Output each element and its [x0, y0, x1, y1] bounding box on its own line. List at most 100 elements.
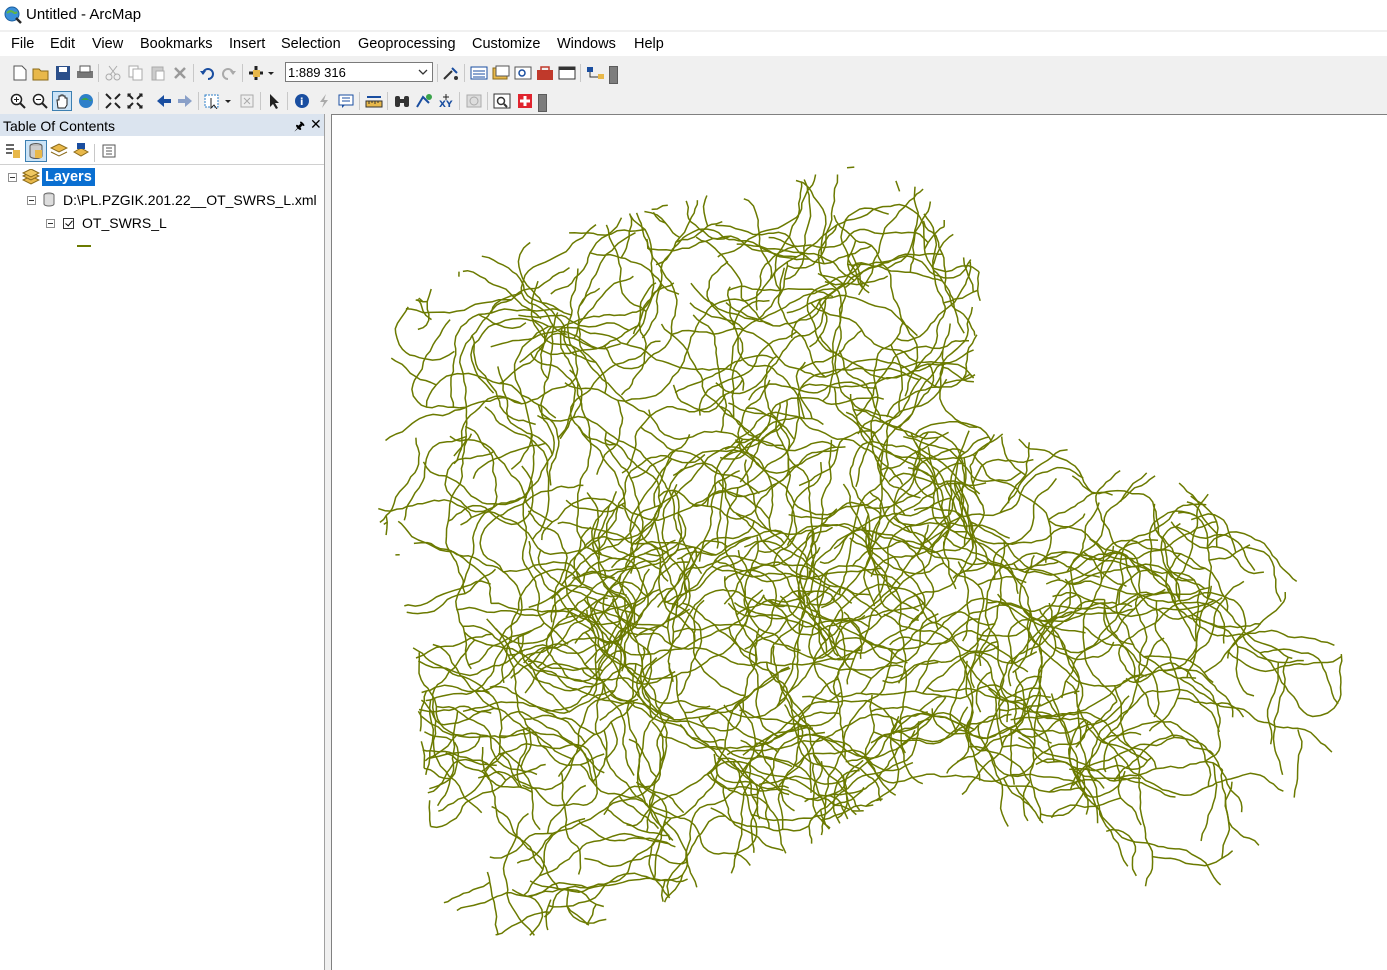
expander-layer[interactable]	[46, 219, 55, 228]
svg-text:XY: XY	[439, 100, 453, 109]
full-extent-icon[interactable]	[77, 92, 95, 110]
paste-icon[interactable]	[149, 64, 167, 82]
river-line	[403, 435, 467, 521]
swipe-icon[interactable]	[516, 92, 534, 110]
select-features-icon[interactable]	[204, 92, 232, 110]
chevron-down-icon[interactable]	[416, 64, 430, 80]
menu-customize[interactable]: Customize	[472, 36, 541, 52]
redo-icon[interactable]	[220, 64, 238, 82]
menu-bookmarks[interactable]: Bookmarks	[140, 36, 213, 52]
select-elements-icon[interactable]	[266, 92, 284, 110]
catalog-icon[interactable]	[492, 64, 510, 82]
toolbar-options-grip[interactable]	[538, 94, 547, 112]
go-to-xy-icon[interactable]: XY	[437, 92, 455, 110]
river-line	[1259, 648, 1339, 705]
river-line	[546, 784, 587, 834]
clear-selection-icon[interactable]	[238, 92, 256, 110]
river-line	[816, 564, 901, 661]
zoom-out-icon[interactable]	[31, 92, 49, 110]
search-icon[interactable]	[514, 64, 532, 82]
menu-edit[interactable]: Edit	[50, 36, 75, 52]
river-line	[1050, 693, 1222, 886]
river-line	[511, 888, 544, 936]
html-popup-icon[interactable]	[337, 92, 355, 110]
separator	[359, 92, 360, 110]
arctoolbox-icon[interactable]	[536, 64, 554, 82]
menu-view[interactable]: View	[92, 36, 123, 52]
fixed-zoom-in-icon[interactable]	[104, 92, 122, 110]
cut-icon[interactable]	[104, 64, 122, 82]
menu-geoprocessing[interactable]: Geoprocessing	[358, 36, 456, 52]
model-builder-icon[interactable]	[586, 64, 604, 82]
river-line	[919, 466, 1084, 546]
river-line	[569, 340, 661, 446]
arcmap-globe-icon	[4, 6, 22, 24]
forward-icon[interactable]	[176, 92, 194, 110]
river-line	[838, 361, 945, 595]
pin-icon[interactable]: 🖈	[294, 117, 305, 138]
python-icon[interactable]	[558, 64, 576, 82]
menu-insert[interactable]: Insert	[229, 36, 265, 52]
map-scale-input[interactable]	[288, 64, 408, 80]
river-line	[742, 711, 840, 756]
back-icon[interactable]	[155, 92, 173, 110]
menu-windows[interactable]: Windows	[557, 36, 616, 52]
river-line	[480, 742, 598, 807]
measure-icon[interactable]	[365, 92, 383, 110]
expander-layers[interactable]	[8, 173, 17, 182]
list-by-drawing-order-icon[interactable]	[4, 142, 22, 160]
zoom-in-icon[interactable]	[9, 92, 27, 110]
expander-source[interactable]	[27, 196, 36, 205]
hyperlink-icon[interactable]	[315, 92, 333, 110]
layer-visibility-checkbox[interactable]	[63, 218, 74, 229]
close-icon[interactable]: ✕	[310, 116, 322, 133]
map-scale-combobox[interactable]	[285, 62, 433, 82]
list-by-selection-icon[interactable]	[72, 142, 90, 160]
menu-file[interactable]: File	[11, 36, 34, 52]
create-viewer-window-icon[interactable]	[493, 92, 511, 110]
separator	[98, 92, 99, 110]
menu-help[interactable]: Help	[634, 36, 664, 52]
river-line	[1237, 645, 1304, 664]
river-line	[717, 757, 759, 853]
river-line	[1178, 482, 1201, 506]
print-icon[interactable]	[76, 64, 94, 82]
time-slider-icon[interactable]	[465, 92, 483, 110]
list-by-visibility-icon[interactable]	[50, 142, 68, 160]
river-line	[644, 210, 681, 239]
river-line	[411, 268, 579, 409]
pan-icon[interactable]	[52, 91, 72, 111]
data-source-label[interactable]: D:\PL.PZGIK.201.22__OT_SWRS_L.xml	[63, 192, 317, 208]
identify-icon[interactable]: i	[293, 92, 311, 110]
river-line	[898, 306, 974, 429]
separator	[387, 92, 388, 110]
river-line	[685, 200, 731, 240]
save-icon[interactable]	[54, 64, 72, 82]
open-icon[interactable]	[32, 64, 50, 82]
map-display[interactable]	[331, 114, 1387, 970]
undo-icon[interactable]	[198, 64, 216, 82]
find-route-icon[interactable]	[415, 92, 433, 110]
copy-icon[interactable]	[127, 64, 145, 82]
table-of-contents-icon[interactable]	[470, 64, 488, 82]
fixed-zoom-out-icon[interactable]	[126, 92, 144, 110]
data-frame-layers[interactable]: Layers	[42, 168, 95, 186]
river-line	[541, 497, 624, 541]
find-icon[interactable]	[393, 92, 411, 110]
options-icon[interactable]	[100, 142, 118, 160]
river-line	[932, 264, 980, 273]
menu-selection[interactable]: Selection	[281, 36, 341, 52]
add-data-icon[interactable]	[248, 64, 276, 82]
editor-toolbar-icon[interactable]	[442, 64, 460, 82]
river-line	[550, 557, 626, 623]
separator	[487, 92, 488, 110]
list-by-source-icon[interactable]	[25, 140, 47, 162]
delete-icon[interactable]	[171, 64, 189, 82]
river-line	[846, 166, 855, 169]
new-document-icon[interactable]	[11, 64, 29, 82]
layer-name[interactable]: OT_SWRS_L	[82, 215, 167, 231]
river-line	[1186, 501, 1218, 535]
toolbar-options-grip[interactable]	[609, 66, 618, 84]
river-line	[417, 288, 432, 331]
separator	[260, 92, 261, 110]
